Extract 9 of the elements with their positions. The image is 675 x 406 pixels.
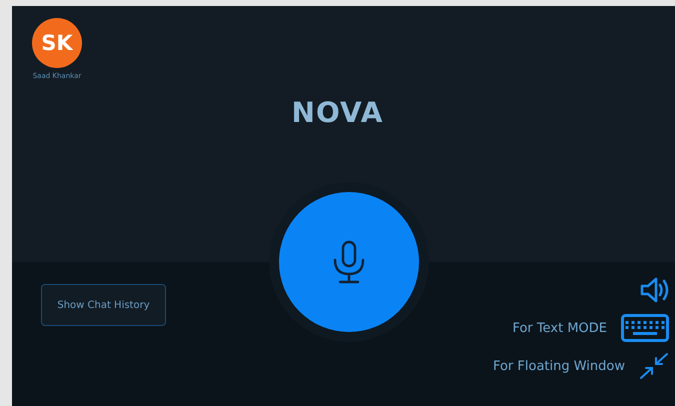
show-history-button[interactable]: Show Chat History <box>41 284 166 326</box>
action-label: For Floating Window <box>492 358 625 374</box>
action-label: For Text MODE <box>512 320 607 336</box>
speaker-icon[interactable] <box>639 276 669 304</box>
microphone-icon <box>332 240 366 284</box>
keyboard-icon[interactable] <box>621 314 669 342</box>
shrink-icon[interactable] <box>639 352 669 380</box>
app-title: NOVA <box>292 96 384 129</box>
user-avatar[interactable]: SK <box>32 18 82 68</box>
